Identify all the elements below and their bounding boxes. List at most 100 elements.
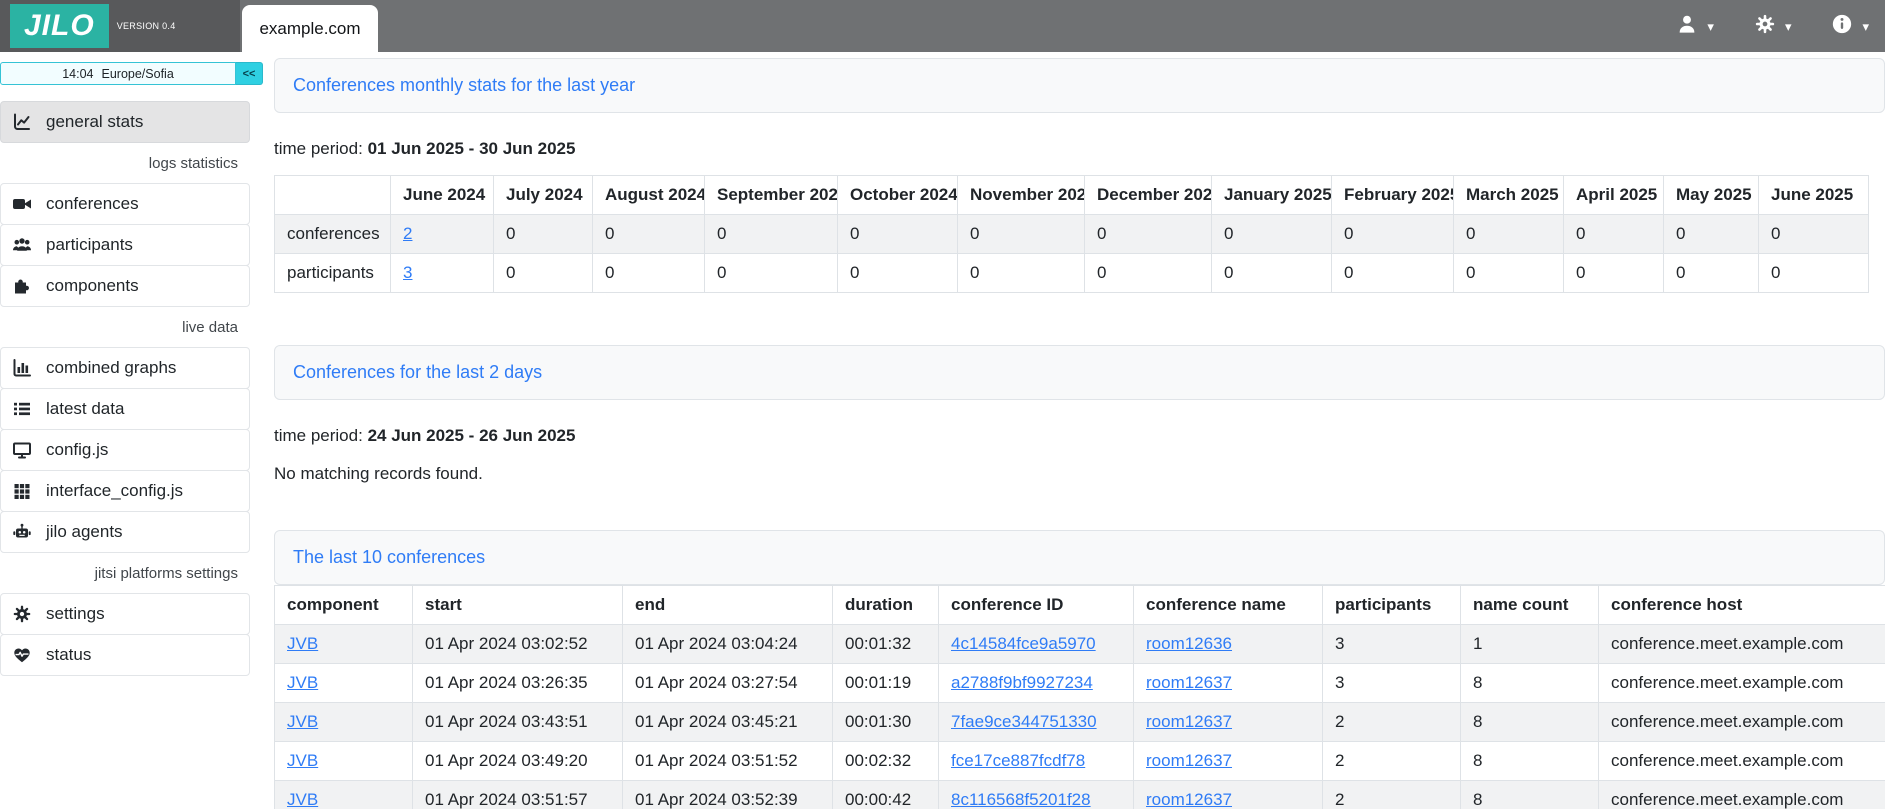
chevron-down-icon: ▾: [1707, 20, 1714, 33]
table-row: JVB 01 Apr 2024 03:02:52 01 Apr 2024 03:…: [275, 625, 1885, 664]
conference-name-link[interactable]: room12637: [1146, 751, 1232, 770]
sidebar-item-status[interactable]: status: [0, 634, 250, 676]
grid-icon: [11, 481, 33, 501]
cell: 00:01:32: [833, 625, 939, 664]
cell: 0: [1212, 215, 1332, 254]
cell: conference.meet.example.com: [1599, 781, 1885, 809]
last-2-days-time-period: time period: 24 Jun 2025 - 26 Jun 2025: [274, 426, 1885, 446]
table-row: participants 3 0 0 0 0 0 0 0 0 0 0 0 0: [275, 254, 1869, 293]
table-row: JVB 01 Apr 2024 03:49:20 01 Apr 2024 03:…: [275, 742, 1885, 781]
cell: 2: [1323, 781, 1461, 809]
cell: 01 Apr 2024 03:26:35: [413, 664, 623, 703]
row-label: participants: [275, 254, 391, 293]
sidebar-item-config-js[interactable]: config.js: [0, 429, 250, 471]
component-link[interactable]: JVB: [287, 790, 318, 809]
sidebar-item-combined-graphs[interactable]: combined graphs: [0, 347, 250, 389]
cell: 3: [1323, 625, 1461, 664]
sidebar-item-label: latest data: [46, 399, 124, 419]
cell: 01 Apr 2024 03:45:21: [623, 703, 833, 742]
conference-id-link[interactable]: a2788f9bf9927234: [951, 673, 1093, 692]
cell: 01 Apr 2024 03:49:20: [413, 742, 623, 781]
monitor-icon: [11, 440, 33, 460]
bar-chart-icon: [11, 358, 33, 378]
sidebar-item-conferences[interactable]: conferences: [0, 183, 250, 225]
sidebar-item-label: components: [46, 276, 139, 296]
sidebar-item-latest-data[interactable]: latest data: [0, 388, 250, 430]
component-link[interactable]: JVB: [287, 712, 318, 731]
last-10-conferences-header: The last 10 conferences: [274, 530, 1885, 585]
info-menu-button[interactable]: ▾: [1831, 13, 1869, 40]
sidebar-item-components[interactable]: components: [0, 265, 250, 307]
cell: 0: [1759, 254, 1869, 293]
column-header: duration: [833, 586, 939, 625]
sidebar-section-label: live data: [0, 307, 250, 348]
component-link[interactable]: JVB: [287, 673, 318, 692]
conference-name-link[interactable]: room12636: [1146, 634, 1232, 653]
conference-name-link[interactable]: room12637: [1146, 790, 1232, 809]
cell: conference.meet.example.com: [1599, 664, 1885, 703]
cell: 01 Apr 2024 03:51:52: [623, 742, 833, 781]
section-title: The last 10 conferences: [293, 547, 485, 567]
sidebar-item-label: interface_config.js: [46, 481, 183, 501]
conferences-count-link[interactable]: 2: [403, 224, 412, 243]
sidebar-item-interface-config-js[interactable]: interface_config.js: [0, 470, 250, 512]
conference-name-link[interactable]: room12637: [1146, 673, 1232, 692]
cell: 01 Apr 2024 03:43:51: [413, 703, 623, 742]
cell: 01 Apr 2024 03:02:52: [413, 625, 623, 664]
row-label: conferences: [275, 215, 391, 254]
cell: 00:01:19: [833, 664, 939, 703]
settings-menu-button[interactable]: ▾: [1754, 13, 1792, 40]
participants-count-link[interactable]: 3: [403, 263, 412, 282]
cell: 0: [958, 215, 1085, 254]
version-label: VERSION 0.4: [117, 21, 176, 31]
sidebar-collapse-button[interactable]: <<: [236, 62, 263, 85]
month-header: June 2025: [1759, 176, 1869, 215]
conference-id-link[interactable]: 8c116568f5201f28: [951, 790, 1091, 809]
sidebar-item-settings[interactable]: settings: [0, 593, 250, 635]
sidebar-item-label: settings: [46, 604, 105, 624]
clock-time: 14:04: [62, 67, 93, 81]
list-icon: [11, 399, 33, 419]
cell: 0: [705, 254, 838, 293]
empty-header-cell: [275, 176, 391, 215]
sidebar-item-participants[interactable]: participants: [0, 224, 250, 266]
conference-id-link[interactable]: fce17ce887fcdf78: [951, 751, 1085, 770]
cell: 0: [1085, 254, 1212, 293]
user-menu-button[interactable]: ▾: [1676, 13, 1714, 40]
chevron-down-icon: ▾: [1862, 20, 1869, 33]
conference-name-link[interactable]: room12637: [1146, 712, 1232, 731]
topbar-brand-area: JILO VERSION 0.4: [0, 0, 240, 52]
time-period-label: time period:: [274, 426, 363, 445]
month-header: October 2024: [838, 176, 958, 215]
sidebar-item-general-stats[interactable]: general stats: [0, 101, 250, 143]
user-icon: [1676, 13, 1698, 40]
clock-timezone: Europe/Sofia: [102, 67, 174, 81]
topbar: JILO VERSION 0.4 example.com ▾: [0, 0, 1885, 52]
cell: 0: [1454, 215, 1564, 254]
platform-tab[interactable]: example.com: [242, 5, 378, 52]
cell: 0: [1564, 254, 1664, 293]
cell: 2: [1323, 742, 1461, 781]
conference-id-link[interactable]: 7fae9ce344751330: [951, 712, 1097, 731]
component-link[interactable]: JVB: [287, 634, 318, 653]
cell: 1: [1461, 625, 1599, 664]
cell: 0: [838, 254, 958, 293]
component-link[interactable]: JVB: [287, 751, 318, 770]
cell: 0: [593, 254, 705, 293]
cell: 0: [958, 254, 1085, 293]
time-period-value: 24 Jun 2025 - 26 Jun 2025: [368, 426, 576, 445]
cell: 0: [1454, 254, 1564, 293]
sidebar-section-label: logs statistics: [0, 143, 250, 184]
jilo-dashboard: { "colors":{"brand_teal":"#2bb3a3","cyan…: [0, 0, 1885, 809]
last-2-days-header: Conferences for the last 2 days: [274, 345, 1885, 400]
puzzle-icon: [11, 276, 33, 296]
cell: 0: [494, 215, 593, 254]
month-header: May 2025: [1664, 176, 1759, 215]
sidebar-item-jilo-agents[interactable]: jilo agents: [0, 511, 250, 553]
cell: conference.meet.example.com: [1599, 625, 1885, 664]
column-header: end: [623, 586, 833, 625]
last-10-conferences-table: component start end duration conference …: [274, 585, 1885, 809]
month-header: November 2024: [958, 176, 1085, 215]
cell: 01 Apr 2024 03:04:24: [623, 625, 833, 664]
conference-id-link[interactable]: 4c14584fce9a5970: [951, 634, 1096, 653]
